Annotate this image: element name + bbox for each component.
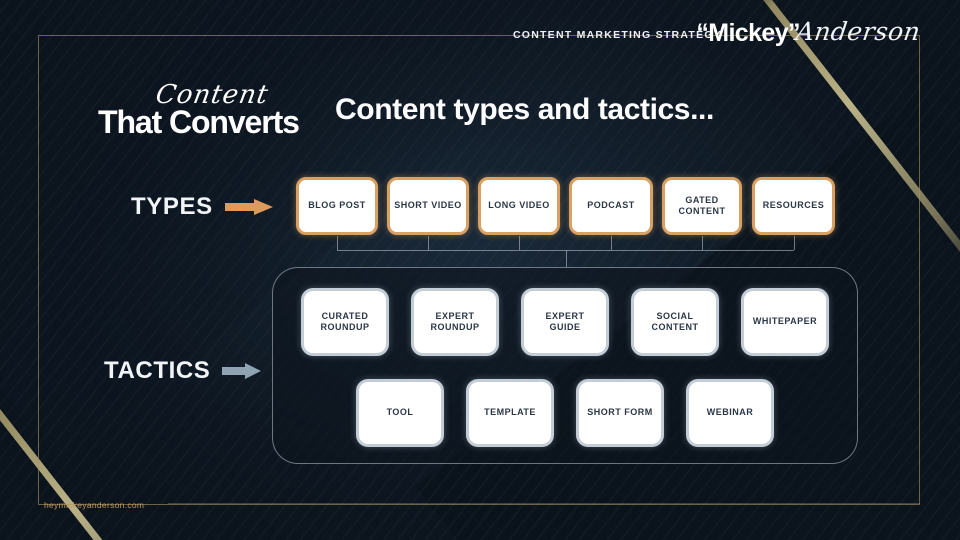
tactic-node-expert-guide[interactable]: EXPERT GUIDE	[521, 288, 609, 356]
node-label: TEMPLATE	[484, 407, 536, 418]
brand-logo: “Mickey” Anderson	[696, 17, 923, 52]
page-title: Content types and tactics...	[335, 93, 714, 126]
tactic-node-whitepaper[interactable]: WHITEPAPER	[741, 288, 829, 356]
node-label: SOCIAL CONTENT	[651, 310, 699, 332]
types-label-text: TYPES	[131, 193, 213, 220]
tactic-node-expert-roundup[interactable]: EXPERT ROUNDUP	[411, 288, 499, 356]
node-label: LONG VIDEO	[488, 200, 550, 211]
tactics-label-text: TACTICS	[104, 357, 211, 384]
arrow-right-icon-types	[224, 198, 273, 216]
footer-website-url: heymickeyanderson.com	[44, 500, 145, 510]
connector-drop-5	[794, 236, 795, 250]
connector-center-stem	[566, 250, 567, 267]
node-label: WEBINAR	[706, 407, 754, 418]
type-node-resources[interactable]: RESOURCES	[752, 177, 835, 235]
node-label: SHORT FORM	[587, 407, 653, 418]
connector-drop-0	[337, 236, 338, 250]
node-label: SHORT VIDEO	[394, 200, 462, 211]
brand-name-secondary: Anderson	[794, 17, 923, 46]
connector-drop-3	[611, 236, 612, 250]
node-label: TOOL	[386, 407, 414, 418]
connector-drop-1	[428, 236, 429, 250]
header-kicker: CONTENT MARKETING STRATEGY	[512, 29, 722, 41]
tactic-node-curated-roundup[interactable]: CURATED ROUNDUP	[301, 288, 389, 356]
types-row-label: TYPES	[131, 193, 273, 221]
node-label: EXPERT ROUNDUP	[430, 310, 480, 332]
tactics-row-label: TACTICS	[104, 357, 262, 385]
connector-drop-4	[702, 236, 703, 250]
footer-divider-line	[168, 503, 920, 504]
tactic-node-tool[interactable]: TOOL	[356, 379, 444, 447]
tactic-node-social-content[interactable]: SOCIAL CONTENT	[631, 288, 719, 356]
node-label: WHITEPAPER	[752, 316, 818, 327]
logo-main-word: That Converts	[98, 104, 300, 140]
type-node-blog-post[interactable]: BLOG POST	[296, 177, 378, 235]
tactic-node-webinar[interactable]: WEBINAR	[686, 379, 774, 447]
arrow-right-icon-tactics	[222, 362, 262, 380]
node-label: EXPERT GUIDE	[545, 310, 585, 332]
type-node-gated-content[interactable]: GATED CONTENT	[662, 177, 742, 235]
node-label: CURATED ROUNDUP	[320, 310, 370, 332]
node-label: GATED CONTENT	[678, 194, 726, 216]
type-node-long-video[interactable]: LONG VIDEO	[478, 177, 560, 235]
tactic-node-template[interactable]: TEMPLATE	[466, 379, 554, 447]
content-that-converts-logo: Content That Converts	[98, 80, 313, 144]
tactic-node-short-form[interactable]: SHORT FORM	[576, 379, 664, 447]
node-label: PODCAST	[587, 200, 635, 211]
node-label: BLOG POST	[308, 200, 366, 211]
connector-drop-2	[519, 236, 520, 250]
brand-name-primary: “Mickey”	[696, 19, 800, 47]
node-label: RESOURCES	[762, 200, 825, 211]
type-node-podcast[interactable]: PODCAST	[569, 177, 653, 235]
type-node-short-video[interactable]: SHORT VIDEO	[387, 177, 469, 235]
slide-canvas: CONTENT MARKETING STRATEGY “Mickey” Ande…	[0, 0, 960, 540]
